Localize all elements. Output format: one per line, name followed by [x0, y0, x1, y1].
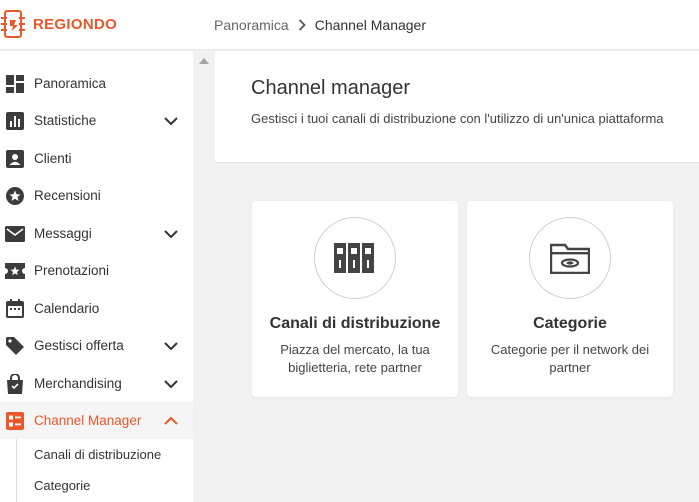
star-badge-icon: [5, 186, 25, 206]
page-header: Channel manager Gestisci i tuoi canali d…: [215, 51, 699, 163]
sidebar-item-label: Calendario: [34, 301, 100, 316]
chevron-down-icon[interactable]: [163, 227, 179, 241]
sidebar-item-label: Merchandising: [34, 376, 122, 391]
chevron-up-icon[interactable]: [163, 414, 179, 428]
tag-icon: [5, 336, 25, 356]
breadcrumb-item-channel-manager: Channel Manager: [314, 17, 426, 33]
folder-icon: [550, 243, 590, 274]
sidebar-item-label: Recensioni: [34, 188, 101, 203]
shopping-bag-icon: [5, 373, 25, 394]
sidebar-scrollbar[interactable]: [193, 51, 215, 502]
sidebar-item-label: Clienti: [34, 151, 72, 166]
breadcrumb-item-panoramica[interactable]: Panoramica: [214, 17, 289, 33]
logo-text: REGIONDO: [33, 15, 118, 33]
chevron-down-icon[interactable]: [163, 339, 179, 353]
sidebar-item-panoramica[interactable]: Panoramica: [0, 65, 193, 102]
chevron-down-icon[interactable]: [163, 377, 179, 391]
card-description: Piazza del mercato, la tua biglietteria,…: [280, 342, 430, 375]
sidebar-item-messaggi[interactable]: Messaggi: [0, 215, 193, 252]
breadcrumb: Panoramica Channel Manager: [214, 0, 426, 50]
sidebar-item-label: Prenotazioni: [34, 263, 110, 278]
bar-chart-icon: [5, 111, 25, 131]
card-title: Categorie: [533, 315, 607, 332]
card-icon-circle: [314, 217, 396, 299]
regiondo-logo-icon: [1, 10, 25, 38]
sidebar-item-merchandising[interactable]: Merchandising: [0, 365, 193, 402]
sidebar-item-label: Channel Manager: [34, 413, 142, 428]
calendar-icon: [5, 299, 25, 319]
sidebar-item-statistiche[interactable]: Statistiche: [0, 102, 193, 139]
submenu-item-categorie[interactable]: Categorie: [34, 478, 90, 493]
sidebar: Panoramica Statistiche Clienti Recension…: [0, 51, 193, 502]
submenu-item-canali-di-distribuzione[interactable]: Canali di distribuzione: [34, 447, 161, 462]
submenu-divider: [16, 439, 17, 502]
channel-manager-icon: [5, 411, 25, 431]
sidebar-item-label: Panoramica: [34, 76, 107, 91]
ticket-star-icon: [5, 261, 25, 281]
card-icon-circle: [529, 217, 611, 299]
top-bar: REGIONDO Panoramica Channel Manager: [0, 0, 699, 50]
page-title: Channel manager: [251, 77, 410, 99]
sidebar-item-label: Gestisci offerta: [34, 338, 124, 353]
sidebar-item-clienti[interactable]: Clienti: [0, 140, 193, 177]
sidebar-item-gestisci-offerta[interactable]: Gestisci offerta: [0, 327, 193, 364]
scroll-up-arrow-icon[interactable]: [199, 58, 209, 64]
sidebar-item-prenotazioni[interactable]: Prenotazioni: [0, 252, 193, 289]
contact-card-icon: [5, 149, 25, 169]
sidebar-item-calendario[interactable]: Calendario: [0, 290, 193, 327]
mail-icon: [5, 224, 25, 244]
sidebar-item-label: Statistiche: [34, 113, 97, 128]
sidebar-item-label: Messaggi: [34, 226, 92, 241]
dashboard-icon: [5, 74, 25, 94]
page-subtitle: Gestisci i tuoi canali di distribuzione …: [251, 111, 664, 126]
card-categorie[interactable]: Categorie Categorie per il network dei p…: [467, 201, 673, 397]
logo[interactable]: REGIONDO: [0, 8, 117, 40]
card-title: Canali di distribuzione: [269, 315, 441, 332]
sidebar-item-recensioni[interactable]: Recensioni: [0, 177, 193, 214]
card-description: Categorie per il network dei partner: [490, 342, 650, 375]
chevron-down-icon[interactable]: [163, 114, 179, 128]
card-canali-di-distribuzione[interactable]: Canali di distribuzione Piazza del merca…: [252, 201, 458, 397]
sidebar-item-channel-manager[interactable]: Channel Manager: [0, 402, 193, 439]
chevron-right-icon: [298, 19, 306, 31]
binders-icon: [334, 243, 374, 273]
